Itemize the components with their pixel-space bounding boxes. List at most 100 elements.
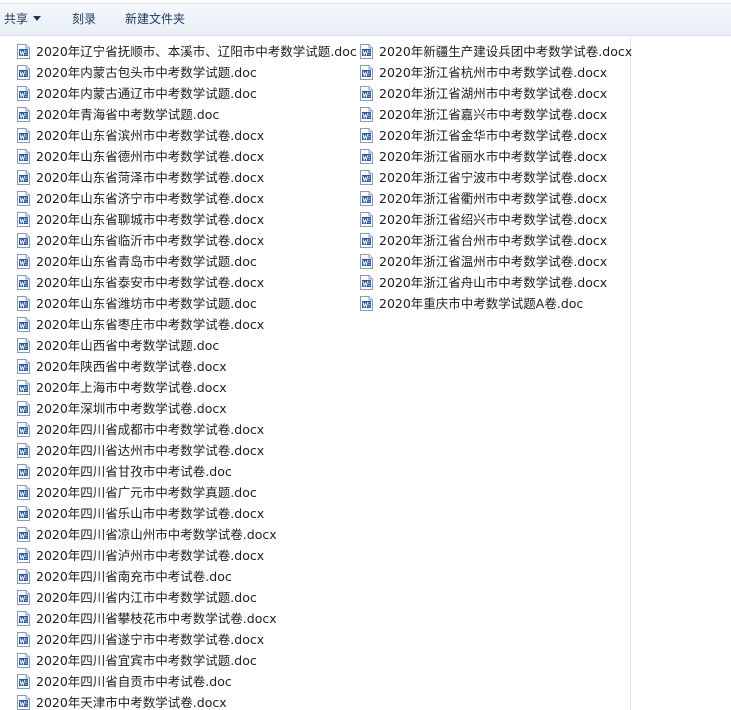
file-item[interactable]: 2020年青海省中考数学试题.doc: [17, 104, 357, 125]
word-document-icon: [17, 191, 30, 206]
toolbar-top-strip: [0, 0, 731, 4]
file-item[interactable]: 2020年新疆生产建设兵团中考数学试卷.docx: [360, 41, 632, 62]
word-document-icon: [17, 485, 30, 500]
word-document-icon: [17, 401, 30, 416]
word-document-icon: [17, 695, 30, 710]
file-name: 2020年上海市中考数学试卷.docx: [36, 380, 227, 395]
file-name: 2020年山东省济宁市中考数学试卷.docx: [36, 191, 265, 206]
file-name: 2020年浙江省台州市中考数学试卷.docx: [379, 233, 608, 248]
file-item[interactable]: 2020年浙江省金华市中考数学试卷.docx: [360, 125, 632, 146]
word-document-icon: [17, 632, 30, 647]
file-item[interactable]: 2020年四川省南充市中考试卷.doc: [17, 566, 357, 587]
word-document-icon: [17, 380, 30, 395]
file-item[interactable]: 2020年四川省遂宁市中考数学试卷.docx: [17, 629, 357, 650]
file-item[interactable]: 2020年山东省枣庄市中考数学试卷.docx: [17, 314, 357, 335]
file-name: 2020年山西省中考数学试题.doc: [36, 338, 220, 353]
file-item[interactable]: 2020年浙江省丽水市中考数学试卷.docx: [360, 146, 632, 167]
file-item[interactable]: 2020年上海市中考数学试卷.docx: [17, 377, 357, 398]
word-document-icon: [17, 233, 30, 248]
file-name: 2020年浙江省温州市中考数学试卷.docx: [379, 254, 608, 269]
word-document-icon: [17, 254, 30, 269]
file-item[interactable]: 2020年四川省乐山市中考数学试卷.docx: [17, 503, 357, 524]
file-column-1: 2020年辽宁省抚顺市、本溪市、辽阳市中考数学试题.doc 2020年内蒙古包头…: [17, 41, 357, 710]
file-name: 2020年浙江省嘉兴市中考数学试卷.docx: [379, 107, 608, 122]
file-item[interactable]: 2020年四川省达州市中考数学试卷.docx: [17, 440, 357, 461]
file-name: 2020年四川省乐山市中考数学试卷.docx: [36, 506, 265, 521]
word-document-icon: [360, 275, 373, 290]
word-document-icon: [17, 65, 30, 80]
file-item[interactable]: 2020年辽宁省抚顺市、本溪市、辽阳市中考数学试题.doc: [17, 41, 357, 62]
file-item[interactable]: 2020年浙江省台州市中考数学试卷.docx: [360, 230, 632, 251]
burn-button[interactable]: 刻录: [72, 8, 96, 30]
file-item[interactable]: 2020年重庆市中考数学试题A卷.doc: [360, 293, 632, 314]
word-document-icon: [17, 674, 30, 689]
word-document-icon: [17, 170, 30, 185]
file-item[interactable]: 2020年浙江省舟山市中考数学试卷.docx: [360, 272, 632, 293]
file-name: 2020年青海省中考数学试题.doc: [36, 107, 220, 122]
file-item[interactable]: 2020年浙江省宁波市中考数学试卷.docx: [360, 167, 632, 188]
burn-label: 刻录: [72, 12, 97, 26]
file-item[interactable]: 2020年四川省宜宾市中考数学试题.doc: [17, 650, 357, 671]
file-item[interactable]: 2020年浙江省湖州市中考数学试卷.docx: [360, 83, 632, 104]
word-document-icon: [360, 254, 373, 269]
file-item[interactable]: 2020年浙江省温州市中考数学试卷.docx: [360, 251, 632, 272]
word-document-icon: [17, 128, 30, 143]
file-name: 2020年浙江省宁波市中考数学试卷.docx: [379, 170, 608, 185]
file-item[interactable]: 2020年四川省攀枝花市中考数学试卷.docx: [17, 608, 357, 629]
file-name: 2020年浙江省舟山市中考数学试卷.docx: [379, 275, 608, 290]
word-document-icon: [17, 275, 30, 290]
file-item[interactable]: 2020年浙江省绍兴市中考数学试卷.docx: [360, 209, 632, 230]
file-item[interactable]: 2020年天津市中考数学试卷.docx: [17, 692, 357, 710]
file-item[interactable]: 2020年深圳市中考数学试卷.docx: [17, 398, 357, 419]
file-item[interactable]: 2020年山东省临沂市中考数学试卷.docx: [17, 230, 357, 251]
word-document-icon: [17, 527, 30, 542]
file-item[interactable]: 2020年浙江省杭州市中考数学试卷.docx: [360, 62, 632, 83]
word-document-icon: [17, 611, 30, 626]
file-item[interactable]: 2020年四川省泸州市中考数学试卷.docx: [17, 545, 357, 566]
file-name: 2020年重庆市中考数学试题A卷.doc: [379, 296, 584, 311]
share-label: 共享: [4, 12, 29, 26]
file-name: 2020年浙江省衢州市中考数学试卷.docx: [379, 191, 608, 206]
file-name: 2020年四川省甘孜市中考试卷.doc: [36, 464, 232, 479]
file-name: 2020年四川省凉山州市中考数学试卷.docx: [36, 527, 277, 542]
file-name: 2020年四川省宜宾市中考数学试题.doc: [36, 653, 257, 668]
word-document-icon: [17, 338, 30, 353]
file-item[interactable]: 2020年四川省成都市中考数学试卷.docx: [17, 419, 357, 440]
file-item[interactable]: 2020年山西省中考数学试题.doc: [17, 335, 357, 356]
file-item[interactable]: 2020年山东省聊城市中考数学试卷.docx: [17, 209, 357, 230]
word-document-icon: [360, 65, 373, 80]
file-item[interactable]: 2020年四川省凉山州市中考数学试卷.docx: [17, 524, 357, 545]
file-item[interactable]: 2020年山东省青岛市中考数学试题.doc: [17, 251, 357, 272]
file-item[interactable]: 2020年山东省德州市中考数学试卷.docx: [17, 146, 357, 167]
file-item[interactable]: 2020年四川省自贡市中考试卷.doc: [17, 671, 357, 692]
file-item[interactable]: 2020年内蒙古包头市中考数学试题.doc: [17, 62, 357, 83]
file-item[interactable]: 2020年四川省甘孜市中考试卷.doc: [17, 461, 357, 482]
word-document-icon: [17, 569, 30, 584]
file-item[interactable]: 2020年山东省济宁市中考数学试卷.docx: [17, 188, 357, 209]
file-item[interactable]: 2020年山东省泰安市中考数学试卷.docx: [17, 272, 357, 293]
file-item[interactable]: 2020年陕西省中考数学试卷.docx: [17, 356, 357, 377]
file-name: 2020年山东省聊城市中考数学试卷.docx: [36, 212, 265, 227]
file-item[interactable]: 2020年四川省广元市中考数学真题.doc: [17, 482, 357, 503]
file-item[interactable]: 2020年四川省内江市中考数学试题.doc: [17, 587, 357, 608]
file-item[interactable]: 2020年山东省潍坊市中考数学试题.doc: [17, 293, 357, 314]
new-folder-button[interactable]: 新建文件夹: [125, 8, 185, 30]
file-item[interactable]: 2020年内蒙古通辽市中考数学试题.doc: [17, 83, 357, 104]
word-document-icon: [17, 653, 30, 668]
word-document-icon: [17, 44, 30, 59]
file-item[interactable]: 2020年山东省菏泽市中考数学试卷.docx: [17, 167, 357, 188]
file-name: 2020年辽宁省抚顺市、本溪市、辽阳市中考数学试题.doc: [36, 44, 357, 59]
file-name: 2020年浙江省金华市中考数学试卷.docx: [379, 128, 608, 143]
share-button[interactable]: 共享: [4, 8, 42, 30]
file-column-2: 2020年新疆生产建设兵团中考数学试卷.docx 2020年浙江省杭州市中考数学…: [360, 41, 632, 314]
word-document-icon: [360, 86, 373, 101]
file-name: 2020年深圳市中考数学试卷.docx: [36, 401, 227, 416]
word-document-icon: [17, 443, 30, 458]
file-item[interactable]: 2020年浙江省嘉兴市中考数学试卷.docx: [360, 104, 632, 125]
file-item[interactable]: 2020年浙江省衢州市中考数学试卷.docx: [360, 188, 632, 209]
word-document-icon: [17, 464, 30, 479]
word-document-icon: [17, 86, 30, 101]
file-name: 2020年山东省枣庄市中考数学试卷.docx: [36, 317, 265, 332]
file-item[interactable]: 2020年山东省滨州市中考数学试卷.docx: [17, 125, 357, 146]
file-name: 2020年内蒙古包头市中考数学试题.doc: [36, 65, 257, 80]
